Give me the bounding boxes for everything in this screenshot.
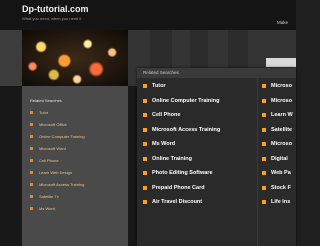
site-tagline: What you need, when you need it (22, 16, 82, 21)
related-link[interactable]: Digital (262, 152, 302, 167)
sidebar-item[interactable]: Ms Word (30, 202, 85, 214)
sidebar-item[interactable]: Microsoft Office (30, 118, 85, 130)
related-link[interactable]: Photo Editing Software (143, 166, 263, 181)
bullet-icon (262, 171, 266, 176)
related-link-label[interactable]: Online Computer Training (152, 98, 220, 104)
sidebar-item-label[interactable]: Satellite Tv (39, 194, 59, 199)
related-link-label[interactable]: Prepaid Phone Card (152, 185, 205, 191)
sidebar-item[interactable]: Tutor (30, 106, 85, 118)
related-link[interactable]: Learn W (262, 108, 302, 123)
site-header: Dp-tutorial.com What you need, when you … (0, 0, 296, 30)
bullet-icon (143, 156, 147, 161)
related-link-label[interactable]: Microsoft Access Training (152, 127, 220, 133)
bullet-icon (143, 84, 147, 89)
bullet-icon (30, 182, 33, 186)
bullet-icon (262, 200, 266, 205)
bullet-icon (262, 142, 266, 147)
site-title[interactable]: Dp-tutorial.com (22, 4, 89, 14)
sidebar-item-label[interactable]: Microsoft Access Training (39, 182, 84, 187)
bullet-icon (262, 185, 266, 190)
bullet-icon (262, 156, 266, 161)
bullet-icon (30, 206, 33, 210)
related-link[interactable]: Online Computer Training (143, 94, 263, 109)
related-link[interactable]: Cell Phone (143, 108, 263, 123)
related-link-label[interactable]: Web Pa (271, 170, 291, 176)
related-link-label[interactable]: Microso (271, 141, 292, 147)
related-link[interactable]: Microso (262, 79, 302, 94)
bullet-icon (143, 142, 147, 147)
related-link-label[interactable]: Cell Phone (152, 112, 180, 118)
sidebar-item[interactable]: Microsoft Word (30, 142, 85, 154)
related-link[interactable]: Microso (262, 94, 302, 109)
related-link[interactable]: Satellite (262, 123, 302, 138)
bullet-icon (262, 84, 266, 89)
related-link[interactable]: Online Training (143, 152, 263, 167)
bullet-icon (30, 134, 33, 138)
sidebar-item-label[interactable]: Microsoft Word (39, 146, 66, 151)
bullet-icon (143, 127, 147, 132)
popup-title: Related Searches (143, 70, 179, 75)
related-link[interactable]: Microso (262, 137, 302, 152)
sidebar-item[interactable]: Cell Phone (30, 154, 85, 166)
bullet-icon (30, 170, 33, 174)
bullet-icon (30, 158, 33, 162)
sidebar-title: Related Searches (30, 98, 62, 103)
bullet-icon (143, 200, 147, 205)
related-link-label[interactable]: Ms Word (152, 141, 175, 147)
related-link-label[interactable]: Air Travel Discount (152, 199, 202, 205)
related-link[interactable]: Air Travel Discount (143, 195, 263, 210)
bullet-icon (262, 127, 266, 132)
related-link-label[interactable]: Learn W (271, 112, 293, 118)
related-link[interactable]: Prepaid Phone Card (143, 181, 263, 196)
sidebar-item[interactable]: Microsoft Access Training (30, 178, 85, 190)
related-link-label[interactable]: Life Ins (271, 199, 290, 205)
sidebar-item-label[interactable]: Tutor (39, 110, 48, 115)
banner-image (22, 30, 128, 86)
related-link[interactable]: Ms Word (143, 137, 263, 152)
sidebar-list: Tutor Microsoft Office Online Computer T… (30, 106, 85, 214)
sidebar: Related Searches Tutor Microsoft Office … (22, 86, 128, 246)
search-input[interactable] (266, 58, 296, 67)
sidebar-item-label[interactable]: Cell Phone (39, 158, 59, 163)
sidebar-item[interactable]: Satellite Tv (30, 190, 85, 202)
related-link[interactable]: Microsoft Access Training (143, 123, 263, 138)
bullet-icon (143, 171, 147, 176)
sidebar-item[interactable]: Learn Web Design (30, 166, 85, 178)
make-link[interactable]: Make (277, 20, 288, 25)
related-link-label[interactable]: Stock F (271, 185, 291, 191)
bullet-icon (143, 185, 147, 190)
sidebar-item-label[interactable]: Ms Word (39, 206, 55, 211)
sidebar-item-label[interactable]: Online Computer Training (39, 134, 85, 139)
bullet-icon (143, 113, 147, 118)
bullet-icon (143, 98, 147, 103)
related-searches-popup: Related Searches Tutor Online Computer T… (137, 68, 296, 246)
related-link-label[interactable]: Satellite (271, 127, 292, 133)
popup-left-column: Tutor Online Computer Training Cell Phon… (143, 79, 263, 210)
sidebar-item-label[interactable]: Microsoft Office (39, 122, 67, 127)
related-link-label[interactable]: Tutor (152, 83, 166, 89)
related-link[interactable]: Web Pa (262, 166, 302, 181)
related-link[interactable]: Tutor (143, 79, 263, 94)
bullet-icon (30, 146, 33, 150)
popup-header: Related Searches (137, 68, 296, 78)
bullet-icon (30, 194, 33, 198)
bullet-icon (30, 122, 33, 126)
bullet-icon (262, 113, 266, 118)
related-link-label[interactable]: Microso (271, 83, 292, 89)
bullet-icon (262, 98, 266, 103)
related-link-label[interactable]: Online Training (152, 156, 192, 162)
related-link-label[interactable]: Microso (271, 98, 292, 104)
sidebar-item-label[interactable]: Learn Web Design (39, 170, 72, 175)
related-link-label[interactable]: Photo Editing Software (152, 170, 213, 176)
related-link[interactable]: Life Ins (262, 195, 302, 210)
related-link[interactable]: Stock F (262, 181, 302, 196)
bullet-icon (30, 110, 33, 114)
related-link-label[interactable]: Digital (271, 156, 288, 162)
sidebar-item[interactable]: Online Computer Training (30, 130, 85, 142)
popup-right-column: Microso Microso Learn W Satellite Micros… (262, 79, 302, 210)
